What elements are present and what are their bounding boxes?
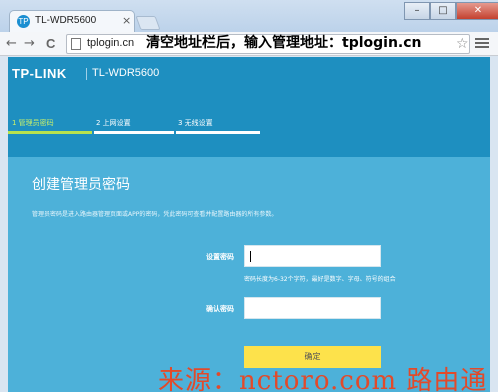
tab-close-icon[interactable]: × [122, 14, 131, 27]
logo-divider [86, 68, 87, 80]
step-admin-password: 1 管理员密码 [12, 119, 54, 127]
new-tab-button[interactable] [135, 16, 161, 30]
tplink-logo: TP-LINK [12, 66, 67, 81]
password-field[interactable] [244, 245, 381, 267]
step-progress-active [8, 131, 92, 134]
page-title: 创建管理员密码 [32, 177, 130, 193]
forward-icon[interactable]: → [24, 36, 35, 51]
close-window-button[interactable]: ✕ [456, 2, 498, 20]
model-name: TL-WDR5600 [92, 67, 160, 79]
tplink-favicon-icon: TP [17, 15, 30, 28]
setup-steps: 1 管理员密码 2 上网设置 3 无线设置 [8, 103, 490, 157]
minimize-button[interactable]: – [404, 2, 430, 20]
menu-icon[interactable] [474, 36, 490, 52]
confirm-password-field[interactable] [244, 297, 381, 319]
page-icon [71, 38, 81, 50]
browser-window: TP TL-WDR5600 × – □ ✕ ← → C tplogin.cn ☆… [0, 0, 498, 392]
tab-title: TL-WDR5600 [35, 15, 97, 26]
text-caret [250, 251, 251, 262]
browser-toolbar: ← → C tplogin.cn ☆ 清空地址栏后，输入管理地址：tplogin… [0, 32, 498, 56]
instruction-annotation: 清空地址栏后，输入管理地址：tplogin.cn [146, 35, 422, 51]
router-header: TP-LINK TL-WDR5600 [8, 57, 490, 103]
source-watermark: 来源：nctoro.com 路由通 [158, 366, 488, 392]
step-progress-2 [94, 131, 174, 134]
back-icon[interactable]: ← [6, 36, 17, 51]
bookmark-star-icon[interactable]: ☆ [456, 36, 469, 52]
confirm-password-label: 确认密码 [206, 305, 234, 313]
password-label: 设置密码 [206, 253, 234, 261]
reload-icon[interactable]: C [46, 36, 55, 51]
password-hint: 密码长度为6-32个字符，最好是数字、字母、符号的组合 [244, 276, 396, 283]
password-card: 创建管理员密码 管理员密码是进入路由器管理页面或APP的密码，凭此密码可查看并配… [8, 157, 490, 392]
router-page: TP-LINK TL-WDR5600 1 管理员密码 2 上网设置 3 无线设置… [8, 57, 490, 392]
title-bar: TP TL-WDR5600 × – □ ✕ [0, 0, 498, 32]
step-wireless-setup: 3 无线设置 [178, 119, 213, 127]
step-progress-3 [176, 131, 260, 134]
address-url[interactable]: tplogin.cn [87, 37, 134, 49]
window-controls: – □ ✕ [404, 2, 498, 20]
page-description: 管理员密码是进入路由器管理页面或APP的密码，凭此密码可查看并配置路由器的所有参… [32, 211, 278, 218]
maximize-button[interactable]: □ [430, 2, 456, 20]
step-internet-setup: 2 上网设置 [96, 119, 131, 127]
browser-tab[interactable]: TP TL-WDR5600 × [9, 10, 135, 32]
